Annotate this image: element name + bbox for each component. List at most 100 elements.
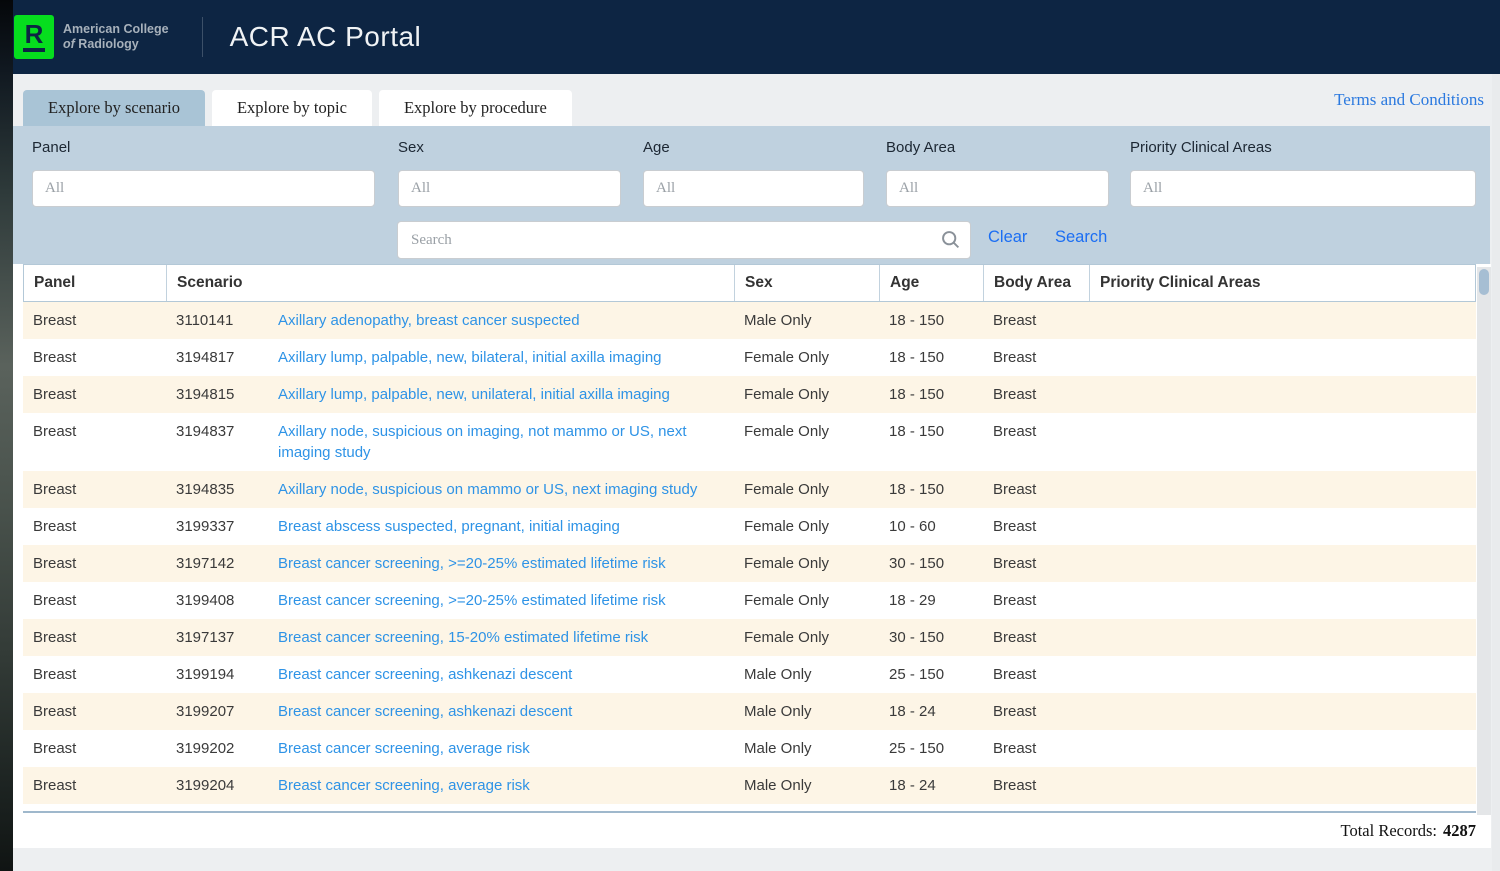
table-row: Breast3194837Axillary node, suspicious o… bbox=[23, 413, 1476, 471]
main-content: Terms and Conditions Explore by scenario… bbox=[13, 74, 1492, 871]
scenario-link-cell: Breast abscess suspected, pregnant, init… bbox=[268, 508, 734, 545]
sex-cell: Female Only bbox=[734, 508, 879, 545]
panel-cell: Breast bbox=[23, 471, 166, 508]
sex-filter-input[interactable] bbox=[398, 170, 621, 207]
column-header-sex[interactable]: Sex bbox=[735, 265, 880, 301]
body-area-cell: Breast bbox=[983, 508, 1089, 545]
scenario-link[interactable]: Breast cancer screening, 15-20% estimate… bbox=[278, 629, 648, 646]
terms-and-conditions-link[interactable]: Terms and Conditions bbox=[1334, 90, 1484, 109]
scenario-link[interactable]: Breast cancer screening, average risk bbox=[278, 777, 530, 794]
age-cell: 30 - 150 bbox=[879, 545, 983, 582]
column-header-priority-clinical-areas[interactable]: Priority Clinical Areas bbox=[1090, 265, 1475, 301]
search-icon[interactable] bbox=[940, 229, 961, 250]
column-header-scenario[interactable]: Scenario bbox=[167, 265, 735, 301]
scenario-link-cell: Breast cancer screening, average risk bbox=[268, 767, 734, 804]
priority-clinical-areas-cell bbox=[1089, 730, 1476, 767]
priority-clinical-areas-cell bbox=[1089, 545, 1476, 582]
panel-cell: Breast bbox=[23, 545, 166, 582]
app-header: R American College of Radiology ACR AC P… bbox=[0, 0, 1500, 74]
search-input[interactable] bbox=[397, 221, 971, 259]
sex-cell: Female Only bbox=[734, 339, 879, 376]
age-cell: 10 - 60 bbox=[879, 508, 983, 545]
panel-cell: Breast bbox=[23, 582, 166, 619]
table-scrollbar[interactable] bbox=[1477, 267, 1491, 815]
panel-cell: Breast bbox=[23, 339, 166, 376]
scenario-link[interactable]: Breast cancer screening, ashkenazi desce… bbox=[278, 666, 572, 683]
priority-clinical-areas-cell bbox=[1089, 471, 1476, 508]
body-area-filter-input[interactable] bbox=[886, 170, 1109, 207]
scenario-link[interactable]: Axillary node, suspicious on mammo or US… bbox=[278, 481, 697, 498]
results-table: Panel Scenario Sex Age Body Area Priorit… bbox=[13, 264, 1491, 848]
scenario-link-cell: Breast cancer screening, >=20-25% estima… bbox=[268, 545, 734, 582]
panel-cell: Breast bbox=[23, 376, 166, 413]
body-area-cell: Breast bbox=[983, 376, 1089, 413]
sex-cell: Female Only bbox=[734, 582, 879, 619]
panel-filter-input[interactable] bbox=[32, 170, 375, 207]
scenario-link[interactable]: Breast abscess suspected, pregnant, init… bbox=[278, 518, 620, 535]
column-header-age[interactable]: Age bbox=[880, 265, 984, 301]
priority-clinical-areas-cell bbox=[1089, 376, 1476, 413]
body-area-cell: Breast bbox=[983, 656, 1089, 693]
priority-clinical-areas-cell bbox=[1089, 508, 1476, 545]
sex-cell: Female Only bbox=[734, 545, 879, 582]
scenario-link[interactable]: Breast cancer screening, >=20-25% estima… bbox=[278, 592, 666, 609]
scenario-link-cell: Axillary lump, palpable, new, unilateral… bbox=[268, 376, 734, 413]
body-area-cell: Breast bbox=[983, 730, 1089, 767]
scenario-link[interactable]: Axillary lump, palpable, new, unilateral… bbox=[278, 386, 670, 403]
search-button[interactable]: Search bbox=[1055, 228, 1107, 247]
filter-label-panel: Panel bbox=[32, 139, 70, 156]
clear-button[interactable]: Clear bbox=[988, 228, 1027, 247]
table-row: Breast 3199204 Breast cancer screening, av… bbox=[23, 767, 1476, 804]
scenario-link-cell: Axillary node, suspicious on imaging, no… bbox=[268, 413, 734, 471]
priority-clinical-areas-cell bbox=[1089, 302, 1476, 339]
scenario-link[interactable]: Breast cancer screening, average risk bbox=[278, 740, 530, 757]
scenario-link[interactable]: Axillary node, suspicious on imaging, no… bbox=[278, 423, 687, 461]
scenario-link-cell: Breast cancer screening, 15-20% estimate… bbox=[268, 619, 734, 656]
org-name-line1: American College bbox=[63, 22, 169, 37]
table-row: Breast3110141Axillary adenopathy, breast… bbox=[23, 302, 1476, 339]
age-filter-input[interactable] bbox=[643, 170, 864, 207]
sex-cell: Female Only bbox=[734, 413, 879, 471]
filter-label-priority-clinical-areas: Priority Clinical Areas bbox=[1130, 139, 1272, 156]
body-area-cell: Breast bbox=[983, 582, 1089, 619]
scenario-link[interactable]: Axillary adenopathy, breast cancer suspe… bbox=[278, 312, 580, 329]
table-row: Breast3199337Breast abscess suspected, p… bbox=[23, 508, 1476, 545]
scenario-link[interactable]: Breast cancer screening, >=20-25% estima… bbox=[278, 555, 666, 572]
age-cell: 18 - 24 bbox=[879, 693, 983, 730]
table-row: Breast3199408Breast cancer screening, >=… bbox=[23, 582, 1476, 619]
tab-explore-by-scenario[interactable]: Explore by scenario bbox=[23, 90, 205, 126]
sex-cell: Female Only bbox=[734, 376, 879, 413]
acr-logo: R bbox=[14, 15, 54, 59]
scenario-link[interactable]: Breast cancer screening, ashkenazi desce… bbox=[278, 703, 572, 720]
scenario-id-cell: 3199207 bbox=[166, 693, 268, 730]
age-cell: 30 - 150 bbox=[879, 619, 983, 656]
filter-label-sex: Sex bbox=[398, 139, 424, 156]
desktop-edge-strip bbox=[0, 0, 13, 871]
priority-clinical-areas-cell bbox=[1089, 767, 1476, 804]
scenario-id-cell: 3199204 bbox=[166, 767, 268, 804]
priority-clinical-areas-cell bbox=[1089, 619, 1476, 656]
filter-panel: Panel Sex Age Body Area Priority Clinica… bbox=[13, 126, 1490, 264]
priority-clinical-areas-filter-input[interactable] bbox=[1130, 170, 1476, 207]
table-header-row: Panel Scenario Sex Age Body Area Priorit… bbox=[23, 264, 1476, 302]
filter-label-body-area: Body Area bbox=[886, 139, 955, 156]
priority-clinical-areas-cell bbox=[1089, 656, 1476, 693]
age-cell: 18 - 150 bbox=[879, 302, 983, 339]
scenario-id-cell: 3197137 bbox=[166, 619, 268, 656]
tab-explore-by-topic[interactable]: Explore by topic bbox=[212, 90, 372, 126]
table-row: Breast3199207Breast cancer screening, as… bbox=[23, 693, 1476, 730]
tab-explore-by-procedure[interactable]: Explore by procedure bbox=[379, 90, 572, 126]
scenario-link-cell: Breast cancer screening, ashkenazi desce… bbox=[268, 693, 734, 730]
panel-cell: Breast bbox=[23, 619, 166, 656]
acr-logo-underline bbox=[23, 48, 45, 52]
column-header-panel[interactable]: Panel bbox=[24, 265, 167, 301]
column-header-body-area[interactable]: Body Area bbox=[984, 265, 1090, 301]
body-area-cell: Breast bbox=[983, 767, 1089, 804]
table-row: Breast3197137 Breast cancer screening, 15… bbox=[23, 619, 1476, 656]
priority-clinical-areas-cell bbox=[1089, 582, 1476, 619]
scenario-link[interactable]: Axillary lump, palpable, new, bilateral,… bbox=[278, 349, 662, 366]
table-scrollbar-thumb[interactable] bbox=[1479, 269, 1489, 295]
age-cell: 18 - 29 bbox=[879, 582, 983, 619]
body-area-cell: Breast bbox=[983, 339, 1089, 376]
scenario-id-cell: 3197142 bbox=[166, 545, 268, 582]
